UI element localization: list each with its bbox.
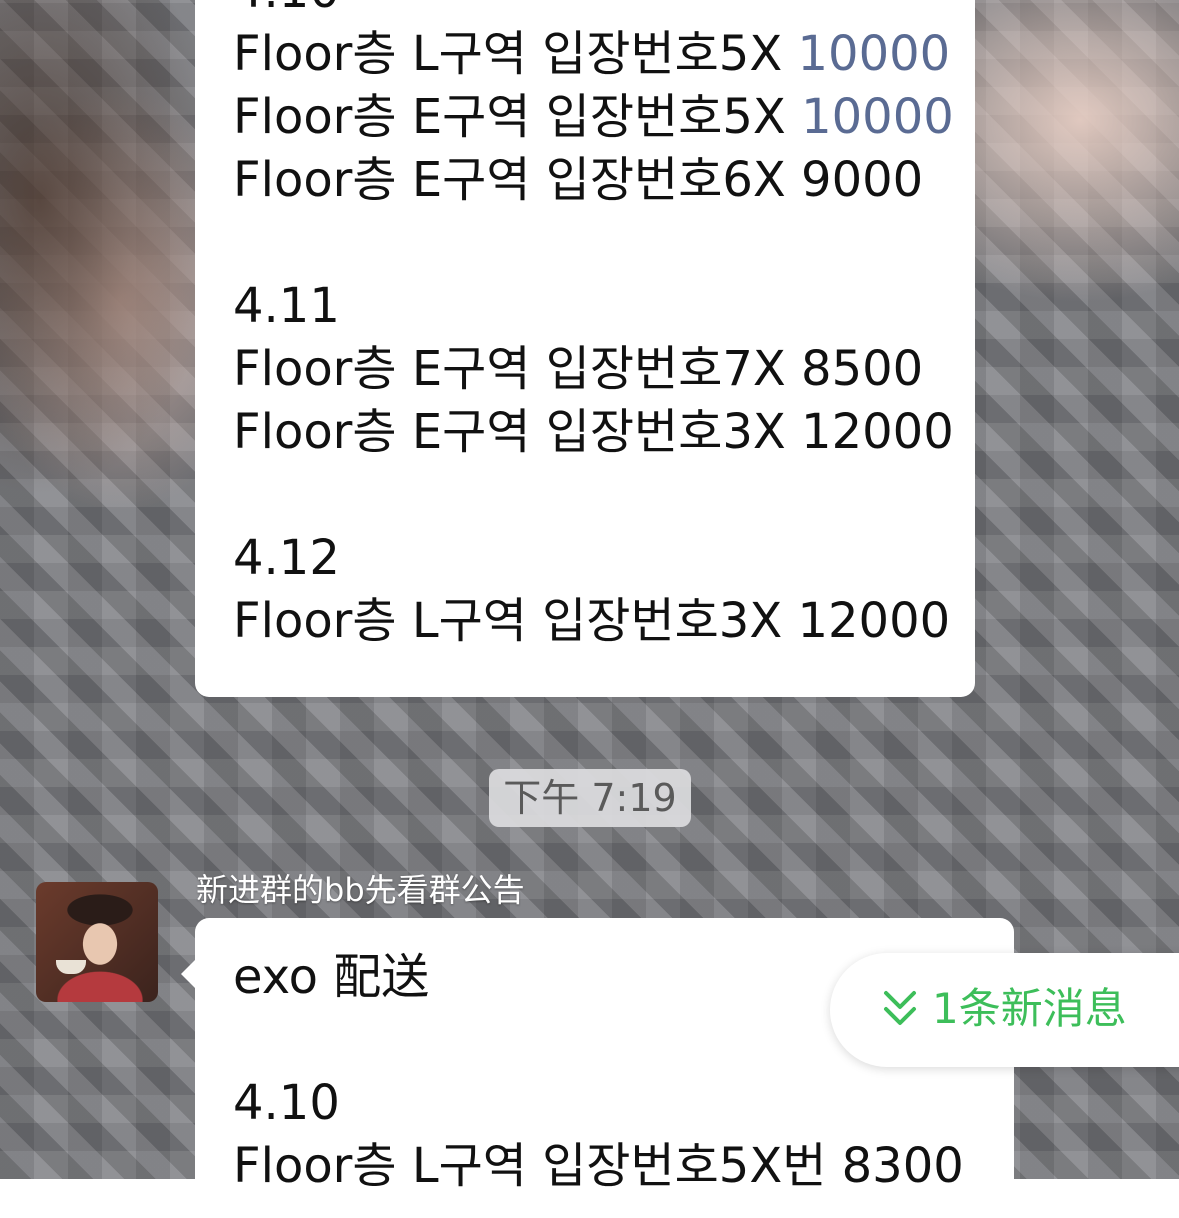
message-line: Floor층 L구역 입장번호3X 12000 [233, 593, 951, 649]
avatar-image-detail [56, 960, 86, 974]
message-line: Floor층 E구역 입장번호5X 10000 [233, 89, 954, 145]
new-message-label: 1条新消息 [932, 984, 1127, 1033]
message-line: Floor층 L구역 입장번호5X번 8300 [233, 1138, 964, 1194]
new-message-banner[interactable]: 1条新消息 [830, 953, 1179, 1067]
message-line: Floor층 E구역 입장번호3X 12000 [233, 404, 954, 460]
message-line: 4.10 [233, 0, 937, 23]
bubble-tail [181, 960, 195, 988]
message-line: 4.10 [233, 1075, 340, 1131]
message-line: 4.11 [233, 278, 340, 334]
number-link[interactable]: 10000 [801, 89, 954, 145]
message-line: Floor층 E구역 입장번호6X 9000 [233, 152, 924, 208]
message-line: Floor층 L구역 입장번호5X 10000 [233, 26, 951, 82]
message-bubble[interactable]: 4.10 Floor층 L구역 입장번호5X 10000 Floor층 E구역 … [195, 0, 975, 697]
message-line: 4.12 [233, 530, 340, 586]
message-line: Floor층 E구역 입장번호7X 8500 [233, 341, 924, 397]
double-chevron-down-icon [884, 991, 916, 1025]
sender-name: 新进群的bb先看群公告 [196, 871, 525, 909]
avatar[interactable] [36, 882, 158, 1002]
number-link[interactable]: 10000 [797, 26, 950, 82]
timestamp: 下午 7:19 [489, 769, 691, 827]
